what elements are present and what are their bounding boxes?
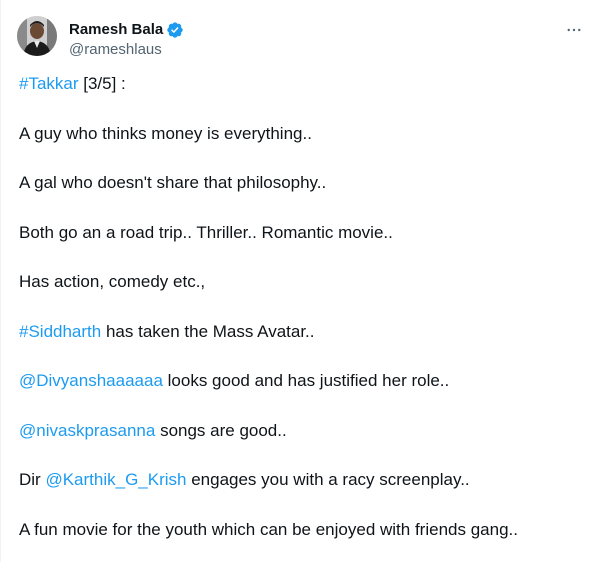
verified-badge-icon xyxy=(166,21,184,39)
mention-link[interactable]: @nivaskprasanna xyxy=(19,421,155,440)
line-text: Both go an a road trip.. Thriller.. Roma… xyxy=(19,222,393,242)
line-text: Has action, comedy etc., xyxy=(19,272,206,291)
mention-link[interactable]: @Karthik_G_Krish xyxy=(45,470,186,489)
author-display-name[interactable]: Ramesh Bala xyxy=(69,20,163,40)
line-text: looks good and has justified her role.. xyxy=(162,371,450,390)
author-name-row: Ramesh Bala xyxy=(69,20,184,40)
tweet-line: Has action, comedy etc., xyxy=(19,270,589,294)
tweet-line: A fun movie for the youth which can be e… xyxy=(19,518,589,542)
tweet-line: @nivaskprasanna songs are good.. xyxy=(19,419,589,443)
line-text: A fun movie for the youth which can be e… xyxy=(19,519,518,539)
mention-link[interactable]: @Divyanshaaaaaa xyxy=(19,371,163,390)
tweet-line: #Takkar [3/5] : xyxy=(19,72,589,96)
tweet-line: A guy who thinks money is everything.. xyxy=(19,122,589,146)
line-text: engages you with a racy screenplay.. xyxy=(186,470,470,489)
line-text: Dir xyxy=(19,470,46,489)
more-options-button[interactable] xyxy=(562,20,586,40)
hashtag-link[interactable]: #Siddharth xyxy=(19,322,101,341)
line-text: A guy who thinks money is everything.. xyxy=(19,123,312,143)
tweet-text: #Takkar [3/5] : A guy who thinks money i… xyxy=(19,72,589,567)
tweet-line: Dir @Karthik_G_Krish engages you with a … xyxy=(19,468,589,492)
avatar[interactable] xyxy=(17,16,57,56)
tweet-line: Both go an a road trip.. Thriller.. Roma… xyxy=(19,221,589,245)
line-text: [3/5] : xyxy=(78,74,126,93)
line-text: A gal who doesn't share that philosophy.… xyxy=(19,173,327,192)
line-text: songs are good.. xyxy=(155,420,287,440)
more-horizontal-icon xyxy=(567,28,581,32)
tweet-line: #Siddharth has taken the Mass Avatar.. xyxy=(19,320,589,344)
tweet: Ramesh Bala @rameshlaus #Takkar [3/5] : … xyxy=(0,0,600,562)
line-text: has taken the Mass Avatar.. xyxy=(101,321,315,341)
tweet-line: @Divyanshaaaaaa looks good and has justi… xyxy=(19,369,589,393)
hashtag-link[interactable]: #Takkar xyxy=(19,74,79,93)
author-handle[interactable]: @rameshlaus xyxy=(69,40,162,60)
tweet-line: A gal who doesn't share that philosophy.… xyxy=(19,171,589,195)
